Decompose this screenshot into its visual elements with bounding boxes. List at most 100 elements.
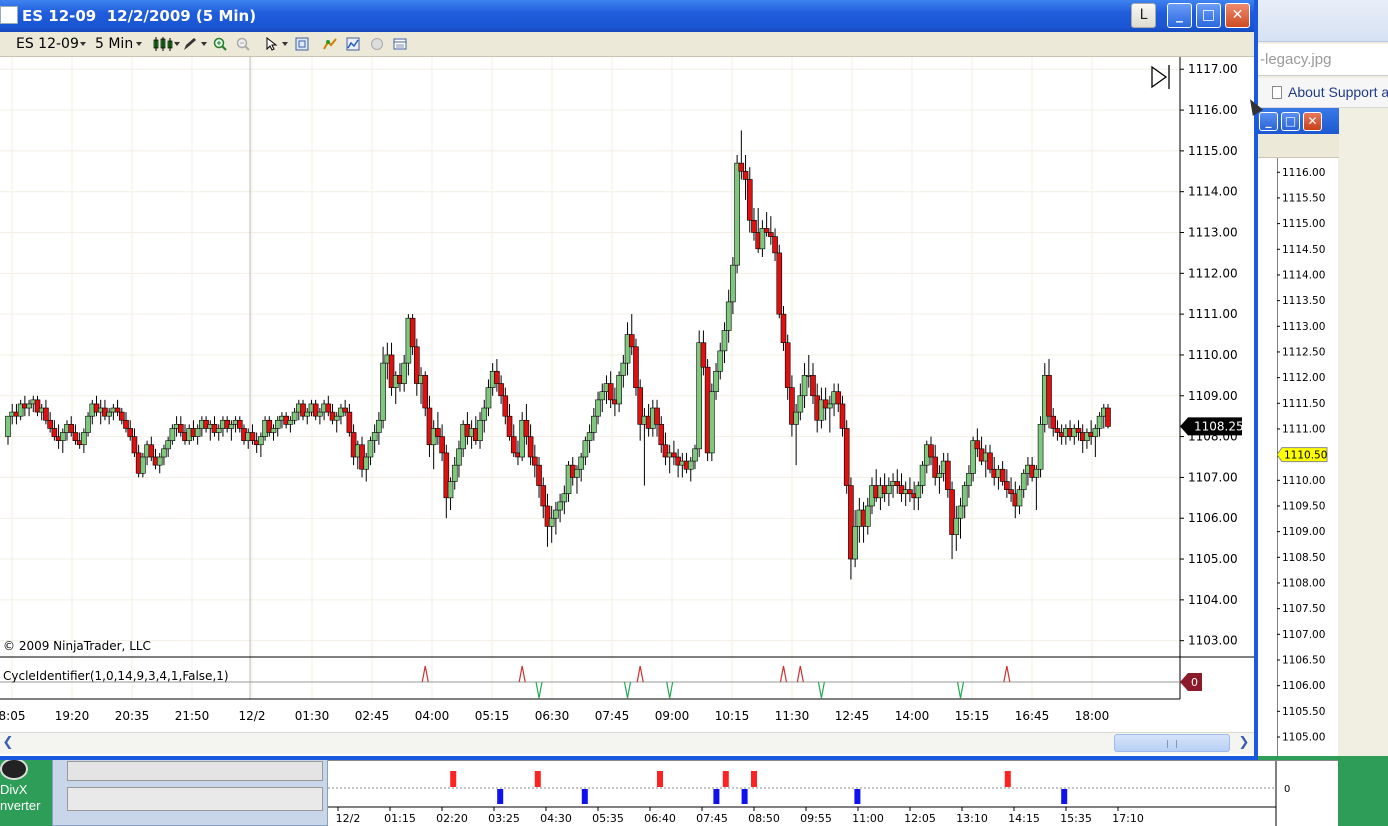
secondary-red-bar (657, 771, 663, 787)
properties-icon[interactable] (295, 37, 309, 51)
time-tick-label: 12/2 (239, 709, 266, 723)
candle-body (772, 236, 778, 254)
secondary-price-label: 1110.00 (1282, 475, 1325, 487)
divx-converter-label[interactable]: DivX nverter (0, 782, 40, 814)
pencil-icon[interactable] (183, 37, 197, 51)
secondary-red-bar (751, 771, 757, 787)
candle-body (591, 415, 597, 433)
instrument-dropdown-icon[interactable] (80, 42, 86, 46)
strategy-icon[interactable] (323, 37, 337, 51)
candle-body (1004, 481, 1010, 490)
candle-body (215, 428, 222, 433)
secondary-maximize-button[interactable]: □ (1281, 112, 1300, 131)
candle-body (140, 456, 146, 474)
time-tick-label: 18:00 (1075, 709, 1110, 723)
candle-body (780, 313, 787, 344)
instrument-selector[interactable]: ES 12-09 (16, 36, 79, 52)
candle-body (671, 452, 677, 458)
window-title: ES 12-09 12/2/2009 (5 Min) (22, 7, 257, 25)
candle-body (928, 444, 934, 458)
price-tick-label: 1105.00 (1188, 552, 1238, 566)
candle-body (1075, 428, 1082, 433)
candle-body (907, 489, 913, 495)
secondary-minimize-button[interactable]: _ (1259, 112, 1278, 131)
background-dialog-field-2[interactable] (67, 787, 323, 811)
secondary-red-bar (1004, 771, 1011, 787)
secondary-time-label: 12/2 (336, 812, 361, 825)
candle-body (59, 432, 66, 441)
secondary-red-bar (450, 771, 457, 787)
candle-body (228, 424, 235, 429)
time-tick-label: 20:35 (115, 709, 150, 723)
candle-body (325, 403, 332, 413)
secondary-blue-bar (713, 789, 720, 804)
last-price-label: 1108.25 (1194, 419, 1244, 433)
time-tick-label: 04:00 (415, 709, 450, 723)
secondary-price-label: 1112.50 (1282, 346, 1325, 358)
chart-style-dropdown-icon[interactable] (174, 42, 180, 46)
candle-body (974, 440, 981, 450)
maximize-button[interactable]: □ (1196, 3, 1221, 28)
link-button[interactable]: L (1131, 3, 1156, 28)
candle-body (784, 342, 791, 388)
candle-body (342, 407, 348, 413)
ninjatrader-chart-icon[interactable] (0, 6, 18, 24)
secondary-time-label: 01:15 (384, 812, 416, 825)
candle-body (1020, 473, 1027, 490)
candle-body (165, 440, 171, 450)
divx-converter-icon[interactable] (0, 758, 28, 780)
candle-body (118, 411, 125, 421)
data-box-icon[interactable] (393, 37, 407, 51)
browser-address-text[interactable]: -legacy.jpg (1256, 44, 1388, 76)
secondary-time-label: 02:20 (436, 812, 468, 825)
time-tick-label: 19:20 (55, 709, 90, 723)
price-tick-label: 1109.00 (1188, 389, 1238, 403)
close-button[interactable]: ✕ (1225, 3, 1250, 28)
candle-body (843, 428, 850, 486)
pointer-icon[interactable] (265, 37, 279, 51)
candle-body (692, 448, 698, 462)
disabled-icon[interactable] (370, 37, 384, 51)
candle-down (633, 338, 639, 396)
minimize-button[interactable]: _ (1167, 3, 1192, 28)
secondary-price-label: 1106.50 (1282, 654, 1325, 666)
candle-body (839, 403, 846, 429)
chart-window-titlebar[interactable]: ES 12-09 12/2/2009 (5 Min) L _ □ ✕ (0, 0, 1254, 32)
candle-body (43, 407, 49, 421)
secondary-red-bar (722, 771, 729, 787)
interval-dropdown-icon[interactable] (136, 42, 142, 46)
candle-body (700, 342, 707, 368)
candle-body (776, 252, 783, 315)
candle-body (713, 370, 719, 392)
secondary-close-button[interactable]: ✕ (1303, 112, 1322, 131)
zoom-out-icon[interactable] (236, 37, 250, 51)
pointer-dropdown-icon[interactable] (282, 42, 288, 46)
candle-body (270, 428, 277, 433)
candle-body (852, 526, 858, 560)
candle-body (999, 468, 1006, 482)
scrollbar-thumb[interactable] (1114, 734, 1230, 752)
zoom-in-icon[interactable] (213, 37, 227, 51)
candlestick-icon[interactable] (153, 37, 173, 51)
candle-body (734, 162, 740, 266)
scroll-left-icon[interactable]: ❮ (0, 735, 16, 752)
candle-body (763, 228, 770, 233)
interval-selector[interactable]: 5 Min (95, 36, 133, 52)
secondary-price-label: 1113.00 (1282, 321, 1325, 333)
scroll-right-icon[interactable]: ❯ (1236, 735, 1252, 752)
candle-body (333, 415, 340, 421)
candle-body (363, 456, 370, 470)
drawing-tools-dropdown-icon[interactable] (201, 42, 207, 46)
candle-body (380, 362, 386, 421)
secondary-zero-label: 0 (1284, 784, 1290, 795)
indicator-icon[interactable] (346, 37, 360, 51)
about-support-link[interactable]: About Support a (1256, 78, 1388, 108)
candle-body (793, 411, 799, 425)
secondary-price-label: 1106.00 (1282, 680, 1325, 692)
background-dialog-field-1[interactable] (67, 761, 323, 781)
candle-body (401, 362, 407, 384)
horizontal-scrollbar[interactable]: ❮ ❯ (0, 732, 1254, 754)
price-chart[interactable]: 1117.00 1116.00 1115.00 1114.00 1113.00 1112.… (0, 57, 1254, 732)
secondary-time-label: 11:00 (852, 812, 884, 825)
candle-body (557, 501, 563, 511)
